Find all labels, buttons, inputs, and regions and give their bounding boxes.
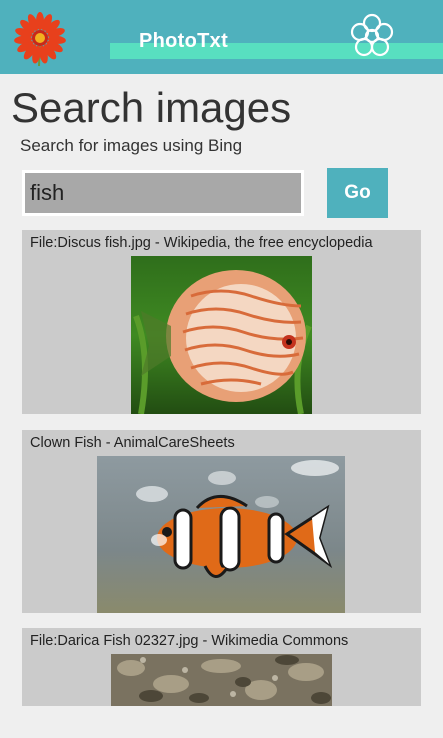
darica-fish-image[interactable]	[111, 654, 332, 706]
result-title: File:Discus fish.jpg - Wikipedia, the fr…	[30, 235, 373, 251]
discus-fish-image[interactable]	[131, 256, 312, 414]
result-title: File:Darica Fish 02327.jpg - Wikimedia C…	[30, 633, 349, 649]
go-button[interactable]: Go	[327, 168, 388, 218]
flower-outline-icon[interactable]	[349, 13, 395, 59]
search-result-card[interactable]: Clown Fish - AnimalCareSheets	[22, 430, 421, 613]
app-title: PhotoTxt	[139, 30, 229, 52]
app-header: PhotoTxt	[0, 0, 443, 74]
clownfish-image[interactable]	[97, 456, 345, 613]
search-result-card[interactable]: File:Darica Fish 02327.jpg - Wikimedia C…	[22, 628, 421, 706]
result-title: Clown Fish - AnimalCareSheets	[30, 435, 235, 451]
search-result-card[interactable]: File:Discus fish.jpg - Wikipedia, the fr…	[22, 230, 421, 414]
page-subtitle: Search for images using Bing	[20, 136, 243, 155]
page-title: Search images	[11, 84, 292, 131]
gerbera-flower-icon	[14, 12, 66, 66]
search-input[interactable]	[22, 170, 304, 216]
